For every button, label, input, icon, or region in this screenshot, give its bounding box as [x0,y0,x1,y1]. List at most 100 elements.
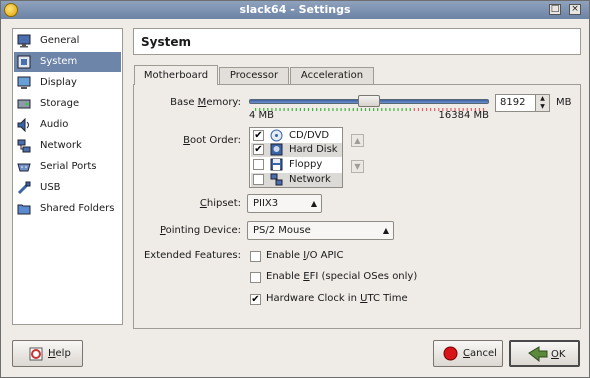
sidebar-item-label: Serial Ports [40,161,97,172]
page-title: System [141,35,191,49]
boot-item-floppy[interactable]: Floppy [251,158,342,172]
label-text: emory: [206,97,241,108]
sidebar-item-audio[interactable]: Audio [14,115,121,135]
folder-icon [17,204,31,215]
label-text: oot Order: [190,135,241,146]
network-icon [270,173,283,186]
pointing-device-value: PS/2 Mouse [253,225,311,236]
boot-order-list[interactable]: ✔ CD/DVD ✔ Hard Disk Floppy Network [249,127,343,188]
label-text: Hardware Clock in [266,293,361,304]
cancel-button[interactable]: Cancel [433,340,503,367]
cd-icon [270,129,283,142]
tab-processor[interactable]: Processor [219,67,289,85]
boot-checkbox[interactable]: ✔ [253,130,264,141]
pointing-device-label: Pointing Device: [141,225,241,236]
boot-move-up-button[interactable]: ▲ [351,134,364,147]
updown-arrow-icon: ▲ [310,199,317,208]
slider-tick [324,108,326,111]
boot-item-label: CD/DVD [289,130,330,141]
efi-checkbox[interactable] [250,272,261,283]
label-mnemonic: C [199,198,207,209]
utc-clock-checkbox[interactable]: ✔ [250,294,261,305]
label-text: Enable [266,271,304,282]
sidebar-item-storage[interactable]: Storage [14,94,121,114]
label-text: Base [170,97,198,108]
pointing-device-select[interactable]: PS/2 Mouse ▲ [247,221,394,240]
sidebar-item-label: Shared Folders [40,203,115,214]
updown-arrow-icon: ▲ [382,226,389,235]
base-memory-slider-handle[interactable] [358,95,380,107]
slider-tick [283,108,285,111]
boot-move-down-button[interactable]: ▼ [351,160,364,173]
sidebar-item-general[interactable]: General [14,31,121,51]
page-header: System [133,28,581,55]
slider-tick [311,108,314,111]
speaker-icon [17,118,29,132]
sidebar-item-network[interactable]: Network [14,136,121,156]
slider-tick [275,108,277,111]
boot-item-cd-dvd[interactable]: ✔ CD/DVD [251,129,342,143]
boot-item-hard-disk[interactable]: ✔ Hard Disk [251,143,342,157]
window-title: slack64 - Settings [239,3,351,16]
sidebar-item-label: Display [40,77,77,88]
slider-tick [364,108,367,111]
spin-down-icon[interactable]: ▼ [536,103,549,111]
title-bar[interactable]: slack64 - Settings □ × [1,1,589,19]
tab-acceleration[interactable]: Acceleration [290,67,374,85]
close-button[interactable]: × [569,4,581,15]
utc-clock-label: Hardware Clock in UTC Time [266,293,408,304]
slider-tick [316,108,318,111]
boot-checkbox[interactable]: ✔ [253,144,264,155]
memory-spin-buttons[interactable]: ▲ ▼ [535,95,549,111]
monitor-icon [17,34,31,48]
label-text: elp [55,348,71,359]
spin-up-icon[interactable]: ▲ [536,95,549,103]
network-icon [17,139,31,153]
storage-icon [17,99,31,109]
slider-tick [295,108,297,111]
serial-port-icon [17,163,31,172]
sidebar-item-shared-folders[interactable]: Shared Folders [14,199,121,219]
memory-max-label: 16384 MB [438,110,489,121]
slider-tick [430,108,432,111]
label-text: ointing Device: [165,225,241,236]
settings-window: slack64 - Settings □ × General System Di… [0,0,590,378]
memory-min-label: 4 MB [249,110,275,121]
boot-item-label: Floppy [289,159,323,170]
ok-label: OK [551,342,565,367]
boot-item-network[interactable]: Network [251,173,342,187]
slider-tick [340,108,342,111]
boot-checkbox[interactable] [253,174,264,185]
slider-tick [291,108,293,111]
sidebar-item-system[interactable]: System [14,52,121,72]
ok-button[interactable]: OK [509,340,580,367]
slider-tick [377,108,379,111]
label-mnemonic: H [48,348,56,359]
slider-tick [385,108,387,111]
sidebar-item-label: Storage [40,98,80,109]
sidebar-item-label: USB [40,182,61,193]
slider-tick [368,108,371,111]
io-apic-checkbox[interactable] [250,251,261,262]
slider-tick [320,108,322,111]
slider-tick [279,108,281,111]
label-text: Enable [266,250,304,261]
slider-tick [332,108,334,111]
memory-unit-label: MB [556,97,572,108]
cancel-label: Cancel [463,341,497,366]
boot-item-label: Network [289,174,331,185]
tab-motherboard[interactable]: Motherboard [134,65,218,85]
chipset-select[interactable]: PIIX3 ▲ [247,194,322,213]
label-mnemonic: C [463,348,470,359]
chipset-label: Chipset: [151,198,241,209]
help-button[interactable]: Help [12,340,83,367]
sidebar-item-serial-ports[interactable]: Serial Ports [14,157,121,177]
slider-tick [389,108,391,111]
tab-label: Processor [229,70,279,81]
sidebar-item-usb[interactable]: USB [14,178,121,198]
maximize-button[interactable]: □ [549,4,561,15]
sidebar-item-display[interactable]: Display [14,73,121,93]
base-memory-spinbox[interactable]: 8192 ▲ ▼ [495,94,550,112]
boot-checkbox[interactable] [253,159,264,170]
slider-tick [373,108,375,111]
